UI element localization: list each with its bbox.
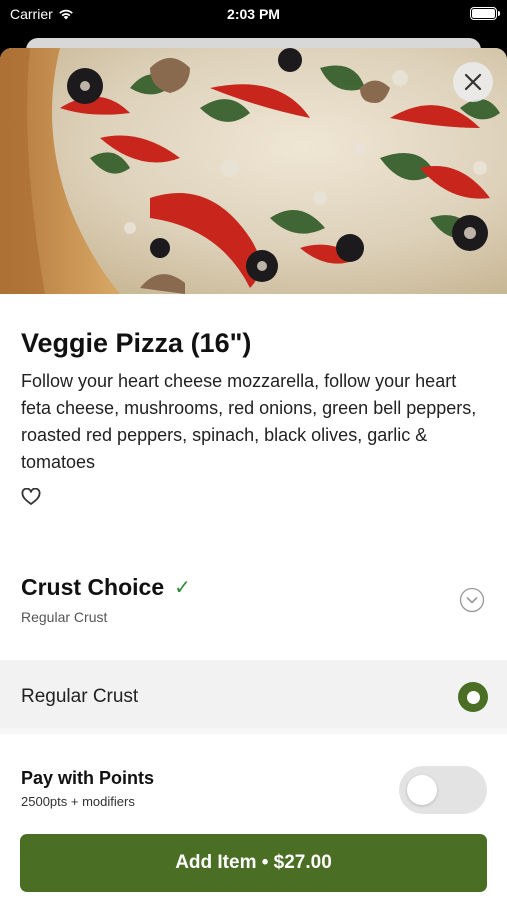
- pay-with-points-subtitle: 2500pts + modifiers: [21, 794, 135, 809]
- item-detail-sheet: Veggie Pizza (16") Follow your heart che…: [0, 48, 507, 900]
- item-description: Follow your heart cheese mozzarella, fol…: [21, 371, 477, 472]
- crust-option-label: Regular Crust: [21, 686, 139, 707]
- crust-choice-header[interactable]: Crust Choice ✓: [21, 574, 191, 601]
- veggie-pizza-photo: [0, 48, 507, 294]
- radio-selected[interactable]: [458, 682, 488, 712]
- check-icon: ✓: [174, 577, 191, 599]
- status-bar: Carrier 2:03 PM: [0, 0, 507, 30]
- pay-with-points-title: Pay with Points: [21, 768, 155, 788]
- crust-choice-title: Crust Choice: [21, 574, 165, 600]
- close-icon: [464, 73, 482, 91]
- toggle-knob: [407, 775, 437, 805]
- pay-with-points-toggle[interactable]: [399, 766, 487, 814]
- close-button[interactable]: [453, 62, 493, 102]
- crust-selected-value: Regular Crust: [21, 609, 108, 625]
- crust-option-regular[interactable]: Regular Crust: [0, 660, 507, 734]
- item-title: Veggie Pizza (16"): [21, 328, 252, 358]
- add-item-button[interactable]: Add Item • $27.00: [20, 834, 487, 892]
- status-time: 2:03 PM: [227, 6, 280, 22]
- battery-icon: [470, 7, 500, 20]
- add-item-label: Add Item • $27.00: [175, 852, 332, 873]
- chevron-down-icon[interactable]: [459, 587, 485, 613]
- heart-icon[interactable]: [21, 488, 41, 506]
